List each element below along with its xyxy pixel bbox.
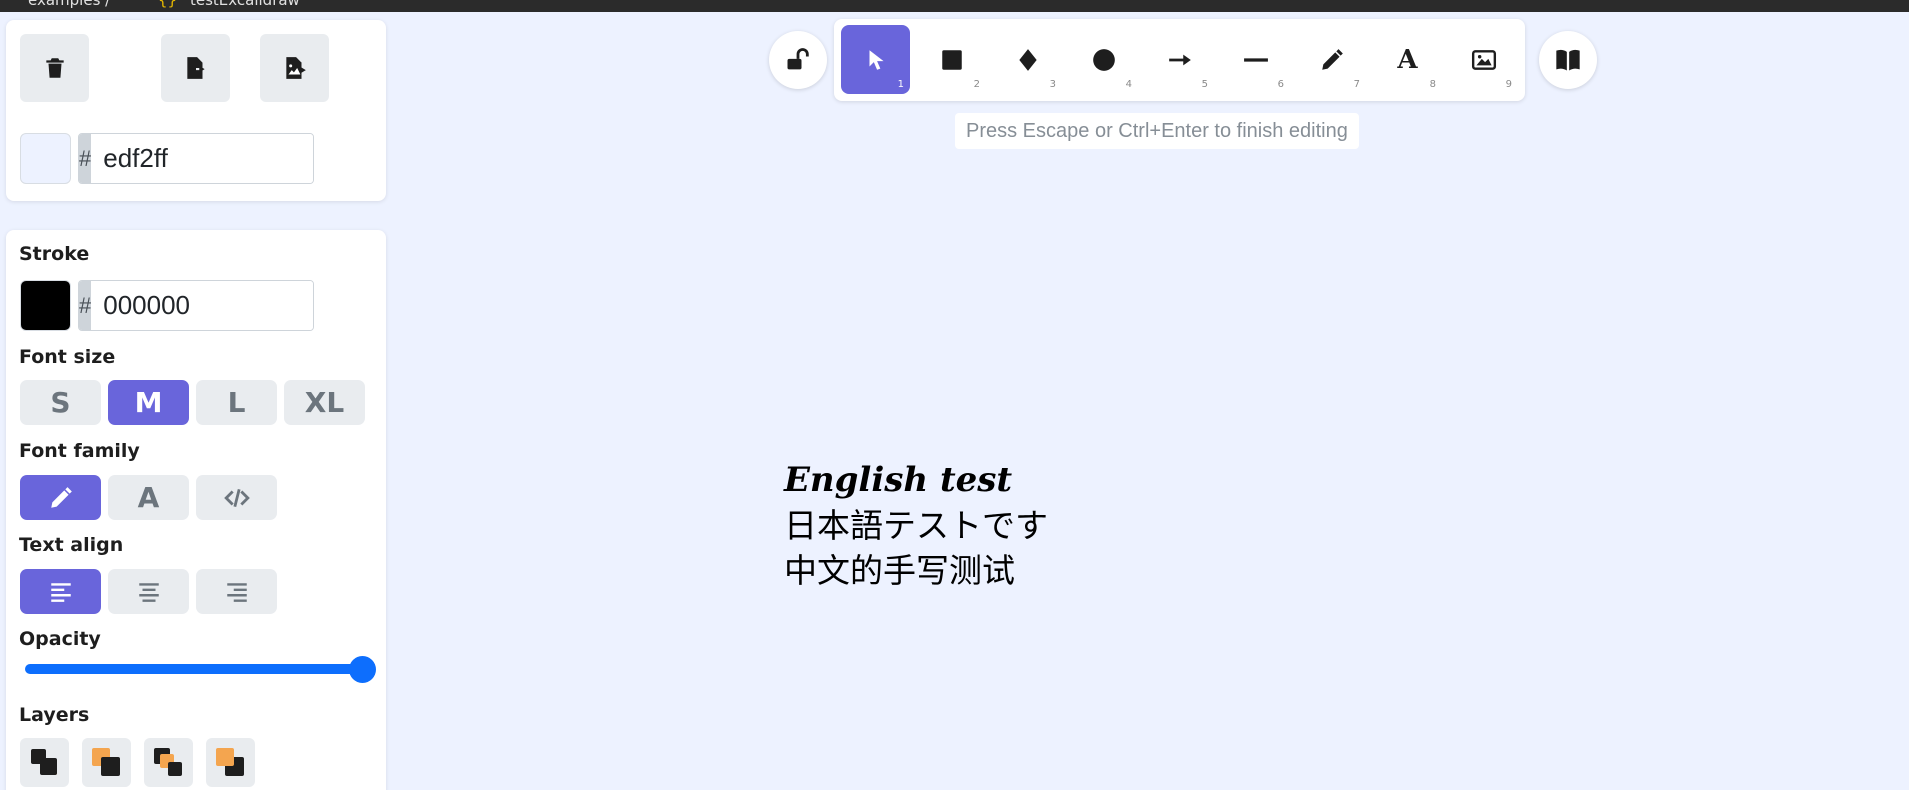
canvas-text-element[interactable]: English test 日本語テストです 中文的手写测试 [784,458,1048,593]
tool-freedraw[interactable]: 7 [1297,25,1366,94]
tool-selection[interactable]: 1 [841,25,910,94]
text-align-label: Text align [19,534,124,556]
text-align-center-button[interactable] [108,569,189,614]
font-size-xl-button[interactable]: XL [284,380,365,425]
tool-line[interactable]: 6 [1221,25,1290,94]
text-align-right-button[interactable] [196,569,277,614]
align-left-icon [50,582,71,602]
font-size-label: Font size [19,346,116,368]
tool-image[interactable]: 9 [1449,25,1518,94]
text-line-english: English test [784,460,1013,500]
circle-icon [1092,48,1115,71]
stroke-label: Stroke [19,243,90,265]
library-button[interactable] [1539,31,1597,89]
stroke-color-input-group: # [78,280,314,331]
background-color-swatch[interactable] [20,133,71,184]
send-backward-button[interactable] [82,738,131,787]
layers-label: Layers [19,704,90,726]
stroke-hex-input[interactable] [91,281,313,330]
bring-to-front-button[interactable] [206,738,255,787]
hex-prefix: # [79,281,92,330]
font-family-hand-drawn-button[interactable] [20,475,101,520]
export-image-button[interactable] [260,34,329,102]
bring-forward-button[interactable] [144,738,193,787]
stroke-color-swatch[interactable] [20,280,71,331]
cursor-icon [869,49,884,70]
editing-hint: Press Escape or Ctrl+Enter to finish edi… [955,113,1359,149]
shapes-toolbar: 1 2 3 4 5 6 7 A 8 9 [834,19,1525,101]
opacity-label: Opacity [19,628,101,650]
hex-prefix: # [79,134,92,183]
line-icon [1243,57,1268,62]
json-file-icon: {} [158,0,178,9]
unlock-icon [787,48,809,70]
square-icon [941,49,962,70]
text-line-japanese: 日本語テストです [784,506,1048,545]
opacity-slider-track[interactable] [25,664,361,674]
export-button[interactable] [161,34,230,102]
canvas-actions-panel: # [6,20,386,201]
font-family-code-button[interactable] [196,475,277,520]
tool-arrow[interactable]: 5 [1145,25,1214,94]
clear-canvas-button[interactable] [20,34,89,102]
lock-toggle-button[interactable] [769,31,827,89]
background-color-input-group: # [78,133,314,184]
arrow-icon [1168,54,1191,65]
text-icon: A [1397,44,1418,75]
tool-rectangle[interactable]: 2 [917,25,986,94]
diamond-icon [1018,48,1037,71]
code-icon [223,488,250,507]
hand-drawn-icon [50,486,72,508]
tool-diamond[interactable]: 3 [993,25,1062,94]
tool-ellipse[interactable]: 4 [1069,25,1138,94]
pencil-icon [1321,48,1343,70]
file-name: testExcalidraw [190,0,300,9]
text-line-chinese: 中文的手写测试 [784,551,1015,590]
font-family-normal-button[interactable]: A [108,475,189,520]
book-icon [1556,49,1580,71]
text-align-left-button[interactable] [20,569,101,614]
font-size-s-button[interactable]: S [20,380,101,425]
file-export-icon [186,57,205,79]
send-to-back-button[interactable] [20,738,69,787]
breadcrumb: examples / [28,0,111,9]
file-image-export-icon [285,57,306,79]
tool-text[interactable]: A 8 [1373,25,1442,94]
align-right-icon [226,582,247,602]
image-icon [1471,49,1496,70]
font-family-label: Font family [19,440,140,462]
trash-icon [45,58,64,78]
window-title-bar: examples / {} testExcalidraw [0,0,1909,12]
background-hex-input[interactable] [91,134,313,183]
opacity-slider-thumb[interactable] [349,656,376,683]
font-size-l-button[interactable]: L [196,380,277,425]
align-center-icon [138,582,159,602]
font-size-m-button[interactable]: M [108,380,189,425]
